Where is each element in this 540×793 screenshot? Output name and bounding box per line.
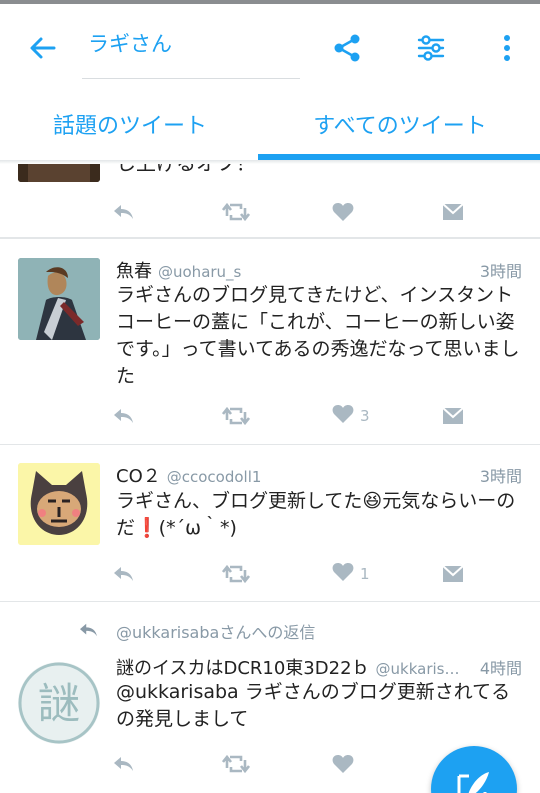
app-bar: ラギさん (0, 4, 540, 90)
direct-message-icon[interactable] (442, 404, 464, 428)
avatar[interactable] (18, 258, 100, 340)
reply-indicator-icon (78, 622, 98, 638)
tab-all-tweets[interactable]: すべてのツイート (270, 104, 530, 144)
back-arrow-icon[interactable] (26, 32, 58, 64)
filter-settings-icon[interactable] (411, 28, 451, 68)
tweet-actions (112, 200, 472, 224)
tab-bar: 話題のツイート すべてのツイート (0, 90, 540, 160)
tweet-header: CO２ @ccocodoll1 3時間 (116, 462, 522, 488)
reply-icon[interactable] (112, 752, 134, 776)
tab-shadow (0, 160, 540, 164)
tweet-time: 3時間 (479, 467, 522, 486)
user-handle[interactable]: @ccocodoll1 (167, 468, 262, 486)
tweet-header: 謎のイスカはDCR10東3D22ｂ @ukkaris… 4時間 (116, 654, 522, 680)
search-underline (82, 78, 300, 79)
like-count: 3 (360, 407, 370, 425)
like-icon (332, 562, 354, 586)
compose-icon (457, 772, 489, 793)
tweet-actions: 3 (112, 404, 472, 428)
tweet-text: @ukkarisaba ラギさんのブログ更新されてるの発見しまして (116, 681, 511, 730)
svg-text:謎: 謎 (38, 679, 80, 728)
like-button[interactable]: 1 (332, 562, 370, 586)
tweet-time: 3時間 (479, 262, 522, 281)
user-handle[interactable]: @uoharu_s (158, 263, 241, 281)
like-icon[interactable] (332, 752, 354, 776)
tab-top-tweets[interactable]: 話題のツイート (0, 104, 260, 144)
avatar[interactable] (18, 463, 100, 545)
reply-icon[interactable] (112, 200, 134, 224)
tweet-text: ラギさん、ブログ更新してた😆元気ならいーのだ❗(*´ω｀*) (116, 490, 516, 539)
reply-icon[interactable] (112, 562, 134, 586)
like-icon[interactable] (332, 200, 354, 224)
tweet-time: 4時間 (479, 659, 522, 678)
share-icon[interactable] (327, 28, 367, 68)
direct-message-icon[interactable] (442, 200, 464, 224)
like-button[interactable]: 3 (332, 404, 370, 428)
reply-icon[interactable] (112, 404, 134, 428)
tweet-item[interactable]: 魚春 @uoharu_s 3時間 ラギさんのブログ見てきたけど、インスタントコーヒ… (0, 239, 540, 445)
reply-to-label[interactable]: @ukkarisabaさんへの返信 (116, 619, 315, 643)
retweet-icon[interactable] (222, 562, 250, 586)
tweet-header: 魚春 @uoharu_s 3時間 (116, 257, 522, 283)
tweet-item[interactable]: CO２ @ccocodoll1 3時間 ラギさん、ブログ更新してた😆元気ならいーの… (0, 445, 540, 602)
direct-message-icon[interactable] (442, 562, 464, 586)
retweet-icon[interactable] (222, 404, 250, 428)
user-handle[interactable]: @ukkaris… (376, 660, 460, 678)
retweet-icon[interactable] (222, 200, 250, 224)
retweet-icon[interactable] (222, 752, 250, 776)
search-query-text[interactable]: ラギさん (88, 28, 172, 58)
user-name[interactable]: 謎のイスカはDCR10東3D22ｂ (116, 658, 370, 679)
like-count: 1 (360, 565, 370, 583)
tweet-actions: 1 (112, 562, 472, 586)
like-icon (332, 404, 354, 428)
more-options-icon[interactable] (487, 28, 527, 68)
tweet-item[interactable]: し上げるオフ？ (0, 160, 540, 238)
user-name[interactable]: 魚春 (116, 261, 152, 282)
tweet-actions (112, 752, 472, 776)
avatar[interactable]: 謎 (18, 662, 100, 744)
tweet-feed[interactable]: し上げるオフ？ 魚春 @uoharu_s 3時間 ラギさんのブログ見てきたけど、イ… (0, 160, 540, 793)
user-name[interactable]: CO２ (116, 466, 161, 487)
tweet-text: ラギさんのブログ見てきたけど、インスタントコーヒーの蓋に「これが、コーヒーの新し… (116, 284, 520, 387)
